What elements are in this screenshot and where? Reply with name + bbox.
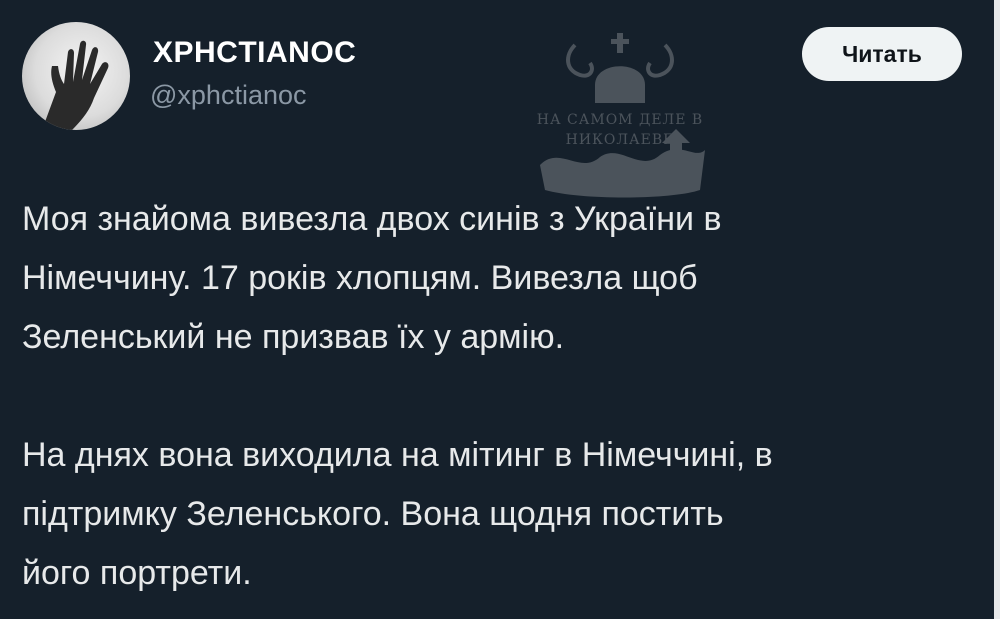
tweet-text: Моя знайома вивезла двох синів з України…	[22, 190, 977, 603]
watermark-line-1: НА САМОМ ДЕЛЕ В	[536, 112, 704, 128]
author-handle[interactable]: @xphctianoc	[150, 80, 307, 111]
follow-button[interactable]: Читать	[802, 27, 962, 81]
tweet-card: XPHCTIANOC @xphctianoc НА САМОМ ДЕЛЕ В Н…	[0, 0, 1000, 619]
tweet-paragraph: На днях вона виходила на мітинг в Німечч…	[22, 436, 773, 592]
raised-hand-avatar-icon	[42, 40, 109, 130]
screen-edge-divider	[994, 0, 1000, 619]
author-avatar[interactable]	[22, 22, 130, 130]
watermark-line-2: НИКОЛАЕВЕ	[565, 132, 675, 148]
watermark: НА САМОМ ДЕЛЕ В НИКОЛАЕВЕ	[520, 25, 720, 210]
author-display-name[interactable]: XPHCTIANOC	[153, 36, 356, 70]
tweet-paragraph: Моя знайома вивезла двох синів з України…	[22, 200, 722, 356]
